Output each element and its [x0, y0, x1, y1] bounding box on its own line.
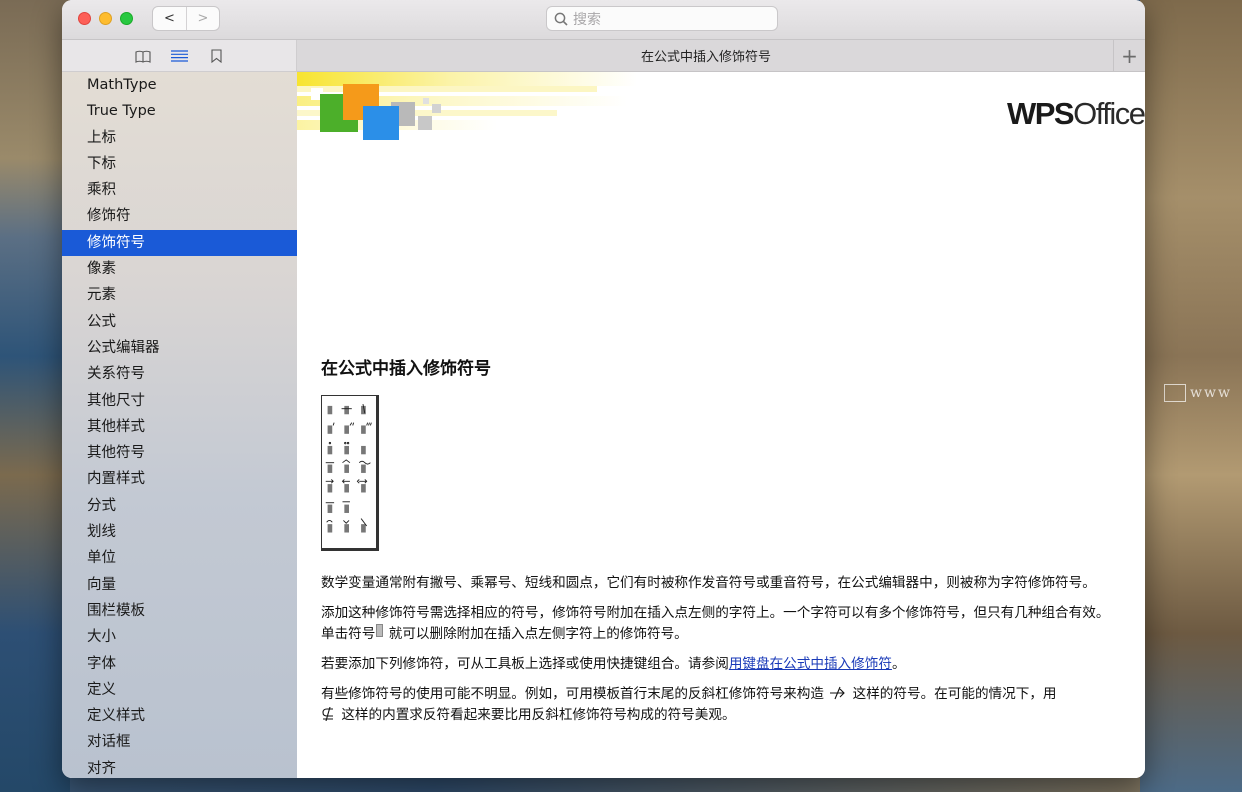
tab-title[interactable]: 在公式中插入修饰符号 — [641, 46, 771, 65]
sidebar-index-item[interactable]: 公式编辑器 — [62, 335, 297, 361]
help-viewer-window: < > 搜索 在公式中插入修饰符号 + MathType True Type 上标下… — [62, 0, 1145, 778]
sidebar-index-item[interactable]: 大小 — [62, 624, 297, 650]
sidebar-index-item[interactable]: 其他尺寸 — [62, 388, 297, 414]
close-window-button[interactable] — [78, 12, 91, 25]
desktop-background-left — [0, 0, 70, 792]
sidebar-index-item[interactable]: 修饰符号 — [62, 229, 297, 257]
zoom-window-button[interactable] — [120, 12, 133, 25]
sidebar-index-item[interactable]: 其他样式 — [62, 414, 297, 440]
sidebar-index-item[interactable]: 上标 — [62, 125, 297, 151]
embellishment-placeholder-icon — [376, 624, 384, 637]
article-heading: 在公式中插入修饰符号 — [321, 359, 491, 379]
article: 在公式中插入修饰符号 数学变量通常附有撇号、乘幂号、短线和圆点，它们有时被称作发… — [321, 354, 1121, 735]
keyboard-embellishments-link[interactable]: 用键盘在公式中插入修饰符 — [729, 656, 892, 672]
sidebar-index-item[interactable]: 划线 — [62, 519, 297, 545]
not-subset-symbol-icon — [322, 707, 333, 721]
sidebar-index-item[interactable]: 其他符号 — [62, 440, 297, 466]
article-paragraph-4: 有些修饰符号的使用可能不明显。例如，可用模板首行末尾的反斜杠修饰符号来构造 这样… — [321, 686, 1057, 723]
back-button[interactable]: < — [153, 7, 186, 30]
article-paragraph-2: 添加这种修饰符号需选择相应的符号，修饰符号附加在插入点左侧的字符上。一个字符可以… — [321, 605, 1110, 642]
wps-office-logo: WPSOffice — [1007, 96, 1145, 131]
sidebar-index-item[interactable]: 单位 — [62, 545, 297, 571]
article-paragraph-3: 若要添加下列修饰符，可从工具板上选择或使用快捷键组合。请参阅用键盘在公式中插入修… — [321, 656, 906, 672]
sidebar-index-item[interactable]: 字体 — [62, 651, 297, 677]
minimize-window-button[interactable] — [99, 12, 112, 25]
sidebar-toolbar — [62, 40, 297, 72]
tab-bar: 在公式中插入修饰符号 + — [297, 40, 1145, 72]
book-icon[interactable] — [134, 48, 152, 64]
sidebar-index-item[interactable]: 关系符号 — [62, 361, 297, 387]
sidebar-index-item[interactable]: 内置样式 — [62, 466, 297, 492]
embellishment-palette-image — [321, 395, 379, 551]
sidebar-index-item[interactable]: 对齐 — [62, 756, 297, 778]
forward-button[interactable]: > — [185, 7, 219, 30]
sidebar-index-item[interactable]: 向量 — [62, 572, 297, 598]
bookmark-icon[interactable] — [207, 48, 225, 64]
new-tab-button[interactable]: + — [1113, 40, 1145, 71]
sidebar-index-item[interactable]: 下标 — [62, 151, 297, 177]
help-content: WPSOffice 在公式中插入修饰符号 数学变量通常附有撇号、乘幂号、短线和圆… — [297, 72, 1145, 778]
sidebar-index-item[interactable]: 公式 — [62, 309, 297, 335]
sidebar-index-item[interactable]: 对话框 — [62, 729, 297, 755]
search-field[interactable]: 搜索 — [546, 6, 778, 31]
table-of-contents-icon[interactable] — [170, 48, 188, 64]
navigation-buttons: < > — [152, 6, 220, 31]
sidebar-index-list: MathType True Type 上标 下标 乘积 修饰符 修饰符号 像素 元素 公式 公式编辑… — [62, 72, 297, 778]
sidebar-index-item[interactable]: 定义样式 — [62, 703, 297, 729]
sidebar-index-item[interactable]: 像素 — [62, 256, 297, 282]
sidebar-index-item[interactable]: MathType — [62, 72, 297, 98]
search-placeholder: 搜索 — [573, 10, 601, 27]
sidebar-index-item[interactable]: True Type — [62, 98, 297, 124]
sidebar-index-item[interactable]: 围栏模板 — [62, 598, 297, 624]
sidebar-index-item[interactable]: 修饰符 — [62, 203, 297, 229]
article-paragraph-1: 数学变量通常附有撇号、乘幂号、短线和圆点，它们有时被称作发音符号或重音符号，在公… — [321, 575, 1096, 591]
not-arrow-symbol-icon — [830, 686, 846, 700]
title-bar: < > 搜索 — [62, 0, 1145, 40]
sidebar-index-item[interactable]: 定义 — [62, 677, 297, 703]
sidebar-index-item[interactable]: 元素 — [62, 282, 297, 308]
search-icon — [554, 12, 568, 26]
sidebar-index-item[interactable]: 分式 — [62, 493, 297, 519]
desktop-watermark: www — [1164, 384, 1232, 402]
sidebar-index-item[interactable]: 乘积 — [62, 177, 297, 203]
